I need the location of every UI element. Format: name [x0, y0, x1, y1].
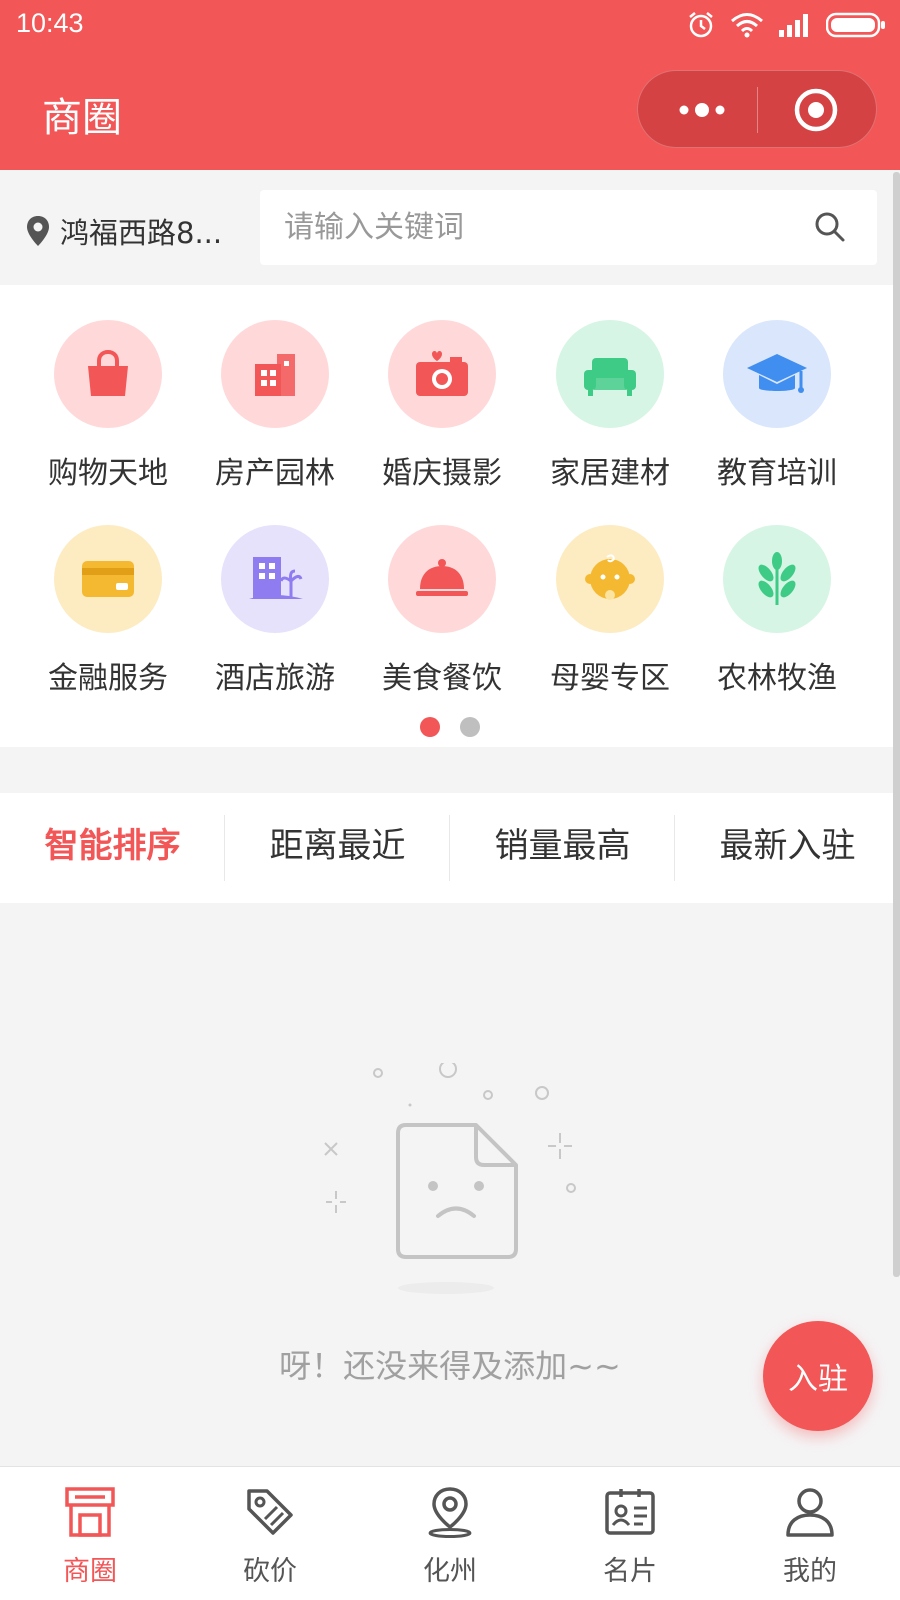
status-time: 10:43 — [16, 8, 84, 38]
tab-city[interactable]: 化州 — [360, 1485, 540, 1588]
wifi-icon — [731, 13, 763, 38]
category-label: 酒店旅游 — [215, 661, 335, 696]
category-icon-bg — [221, 525, 329, 633]
category-label: 房产园林 — [215, 456, 335, 491]
status-icons — [686, 10, 886, 40]
category-item[interactable]: 婚庆摄影 — [357, 320, 527, 510]
shopping-bag-icon — [88, 349, 128, 396]
page-dot[interactable] — [420, 717, 440, 737]
join-button[interactable]: 入驻 — [763, 1321, 873, 1431]
sort-smart[interactable]: 智能排序 — [0, 813, 225, 879]
location-pin-icon — [27, 216, 49, 246]
category-item[interactable]: 农林牧渔 — [692, 525, 862, 715]
location-pin-icon — [428, 1487, 472, 1538]
tab-profile[interactable]: 我的 — [720, 1485, 900, 1588]
category-item[interactable]: 美食餐饮 — [357, 525, 527, 715]
tab-label: 名片 — [603, 1556, 657, 1587]
alarm-icon — [689, 12, 713, 38]
category-label: 农林牧渔 — [717, 661, 837, 696]
category-label: 家居建材 — [550, 456, 670, 491]
category-label: 母婴专区 — [550, 661, 670, 696]
graduation-cap-icon — [747, 354, 807, 393]
category-item[interactable]: 购物天地 — [23, 320, 193, 510]
tab-label: 化州 — [423, 1556, 477, 1587]
page-title: 商圈 — [42, 95, 122, 141]
tab-label: 商圈 — [63, 1556, 117, 1587]
close-mini-program-icon[interactable] — [793, 87, 839, 133]
food-cloche-icon — [416, 559, 468, 596]
category-label: 教育培训 — [717, 456, 837, 491]
building-icon — [255, 354, 295, 396]
category-icon-bg — [54, 525, 162, 633]
location-selector[interactable]: 鸿福西路8... — [26, 210, 222, 252]
category-icon-bg — [556, 320, 664, 428]
category-icon-bg — [388, 525, 496, 633]
category-label: 美食餐饮 — [382, 661, 502, 696]
scrollbar[interactable] — [893, 172, 900, 1277]
category-label: 婚庆摄影 — [382, 456, 502, 491]
category-label: 金融服务 — [48, 661, 168, 696]
baby-icon — [585, 554, 635, 600]
category-panel: 购物天地 房产园林 婚庆摄影 家居建材 教育培训 金融服务 酒店旅游 美食餐饮 … — [0, 285, 900, 747]
category-item[interactable]: 金融服务 — [23, 525, 193, 715]
search-icon[interactable] — [813, 210, 847, 244]
search-row: 鸿福西路8... — [0, 170, 900, 285]
category-item[interactable]: 酒店旅游 — [190, 525, 360, 715]
category-icon-bg — [221, 320, 329, 428]
tab-label: 砍价 — [243, 1556, 297, 1587]
signal-icon — [779, 14, 808, 37]
category-item[interactable]: 教育培训 — [692, 320, 862, 510]
category-icon-bg — [388, 320, 496, 428]
empty-document-icon — [324, 1063, 576, 1294]
sort-nearest[interactable]: 距离最近 — [225, 813, 450, 879]
more-options-icon[interactable] — [674, 95, 734, 125]
nav-bar: 商圈 — [0, 50, 900, 170]
category-item[interactable]: 母婴专区 — [525, 525, 695, 715]
camera-icon — [416, 351, 468, 396]
tab-bar: 商圈 砍价 化州 名片 我的 — [0, 1466, 900, 1600]
tab-bargain[interactable]: 砍价 — [180, 1485, 360, 1588]
category-item[interactable]: 家居建材 — [525, 320, 695, 510]
category-icon-bg — [556, 525, 664, 633]
sort-bar: 智能排序 距离最近 销量最高 最新入驻 — [0, 793, 900, 903]
capsule-divider — [757, 87, 758, 133]
mini-program-capsule — [637, 70, 877, 148]
status-bar: 10:43 — [0, 0, 900, 50]
search-input[interactable] — [284, 204, 784, 250]
tab-label: 我的 — [783, 1556, 837, 1587]
search-box — [260, 190, 877, 265]
category-icon-bg — [54, 320, 162, 428]
wheat-icon — [758, 552, 796, 605]
store-icon — [65, 1487, 115, 1537]
category-icon-bg — [723, 320, 831, 428]
category-icon-bg — [723, 525, 831, 633]
category-item[interactable]: 房产园林 — [190, 320, 360, 510]
user-icon — [786, 1488, 834, 1537]
sort-newest[interactable]: 最新入驻 — [675, 813, 900, 879]
battery-icon — [826, 12, 885, 38]
price-tag-icon — [247, 1489, 293, 1535]
category-label: 购物天地 — [48, 456, 168, 491]
location-text: 鸿福西路8... — [60, 216, 223, 250]
credit-card-icon — [82, 561, 134, 597]
tab-business-circle[interactable]: 商圈 — [0, 1485, 180, 1588]
hotel-icon — [249, 557, 303, 599]
business-card-icon — [605, 1489, 655, 1535]
page-dot[interactable] — [460, 717, 480, 737]
sort-top-sales[interactable]: 销量最高 — [450, 813, 675, 879]
sofa-icon — [584, 358, 636, 396]
tab-business-card[interactable]: 名片 — [540, 1485, 720, 1588]
page-indicator — [0, 717, 900, 737]
